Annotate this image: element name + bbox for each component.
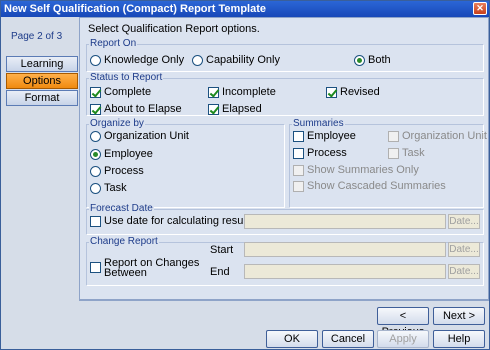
check-revised[interactable]: Revised (326, 86, 380, 98)
radio-icon (90, 182, 101, 194)
apply-button[interactable]: Apply (377, 330, 429, 348)
title-bar: New Self Qualification (Compact) Report … (1, 1, 489, 17)
check-incomplete[interactable]: Incomplete (208, 86, 276, 98)
radio-selected-icon (90, 148, 101, 160)
nav-format[interactable]: Format (6, 90, 78, 106)
check-summary-task[interactable]: Task (388, 147, 425, 159)
checkbox-checked-icon (208, 86, 219, 98)
check-summary-employee[interactable]: Employee (293, 130, 356, 142)
checkbox-checked-icon (90, 103, 101, 115)
check-summary-organization-unit[interactable]: Organization Unit (388, 130, 487, 142)
check-use-date[interactable]: Use date for calculating results (90, 215, 254, 227)
report-on-label: Report On (89, 38, 138, 49)
options-panel: Select Qualification Report options. Rep… (79, 17, 489, 300)
change-report-label: Change Report (89, 236, 159, 247)
checkbox-icon (388, 130, 399, 142)
start-label: Start (210, 244, 234, 256)
checkbox-checked-icon (90, 86, 101, 98)
checkbox-icon (293, 147, 304, 159)
checkbox-checked-icon (208, 103, 219, 115)
checkbox-icon (90, 215, 101, 227)
ok-button[interactable]: OK (266, 330, 318, 348)
checkbox-icon (388, 147, 399, 159)
checkbox-icon (293, 180, 304, 192)
window-title: New Self Qualification (Compact) Report … (4, 3, 266, 15)
check-show-cascaded-summaries[interactable]: Show Cascaded Summaries (293, 180, 446, 192)
radio-knowledge-only[interactable]: Knowledge Only (90, 54, 184, 66)
check-show-summaries-only[interactable]: Show Summaries Only (293, 164, 419, 176)
forecast-label: Forecast Date (89, 203, 154, 214)
summaries-label: Summaries (292, 118, 345, 129)
checkbox-icon (90, 262, 101, 273)
checkbox-icon (293, 130, 304, 142)
radio-employee[interactable]: Employee (90, 148, 153, 160)
start-date-field[interactable] (244, 242, 446, 257)
forecast-date-field[interactable] (244, 214, 446, 229)
end-date-field[interactable] (244, 264, 446, 279)
help-button[interactable]: Help (433, 330, 485, 348)
radio-icon (192, 54, 203, 66)
radio-task[interactable]: Task (90, 182, 127, 194)
radio-process[interactable]: Process (90, 165, 144, 177)
dialog-window: New Self Qualification (Compact) Report … (0, 0, 490, 350)
instruction-text: Select Qualification Report options. (88, 23, 260, 35)
status-label: Status to Report (89, 72, 164, 83)
next-button[interactable]: Next > (433, 307, 485, 325)
close-button[interactable]: ✕ (473, 2, 487, 15)
check-elapsed[interactable]: Elapsed (208, 103, 262, 115)
page-indicator: Page 2 of 3 (11, 31, 63, 42)
close-icon: ✕ (476, 3, 484, 13)
check-about-to-elapse[interactable]: About to Elapse (90, 103, 182, 115)
check-report-on-changes[interactable]: Report on Changes Between (90, 258, 199, 279)
radio-selected-icon (354, 54, 365, 66)
organize-by-label: Organize by (89, 118, 145, 129)
radio-organization-unit[interactable]: Organization Unit (90, 130, 189, 142)
wizard-nav: Page 2 of 3 Learning Options Format (1, 17, 83, 317)
nav-learning[interactable]: Learning (6, 56, 78, 72)
previous-button[interactable]: < Previous (377, 307, 429, 338)
end-label: End (210, 266, 230, 278)
forecast-date-button[interactable]: Date... (448, 214, 480, 229)
start-date-button[interactable]: Date... (448, 242, 480, 257)
radio-icon (90, 165, 101, 177)
end-date-button[interactable]: Date... (448, 264, 480, 279)
checkbox-icon (293, 164, 304, 176)
radio-both[interactable]: Both (354, 54, 391, 66)
radio-capability-only[interactable]: Capability Only (192, 54, 280, 66)
cancel-button[interactable]: Cancel (322, 330, 374, 348)
button-bar: < Previous Next > OK Cancel Apply Help (79, 300, 489, 349)
nav-options[interactable]: Options (6, 73, 78, 89)
radio-icon (90, 130, 101, 142)
check-complete[interactable]: Complete (90, 86, 151, 98)
check-summary-process[interactable]: Process (293, 147, 347, 159)
checkbox-checked-icon (326, 86, 337, 98)
radio-icon (90, 54, 101, 66)
